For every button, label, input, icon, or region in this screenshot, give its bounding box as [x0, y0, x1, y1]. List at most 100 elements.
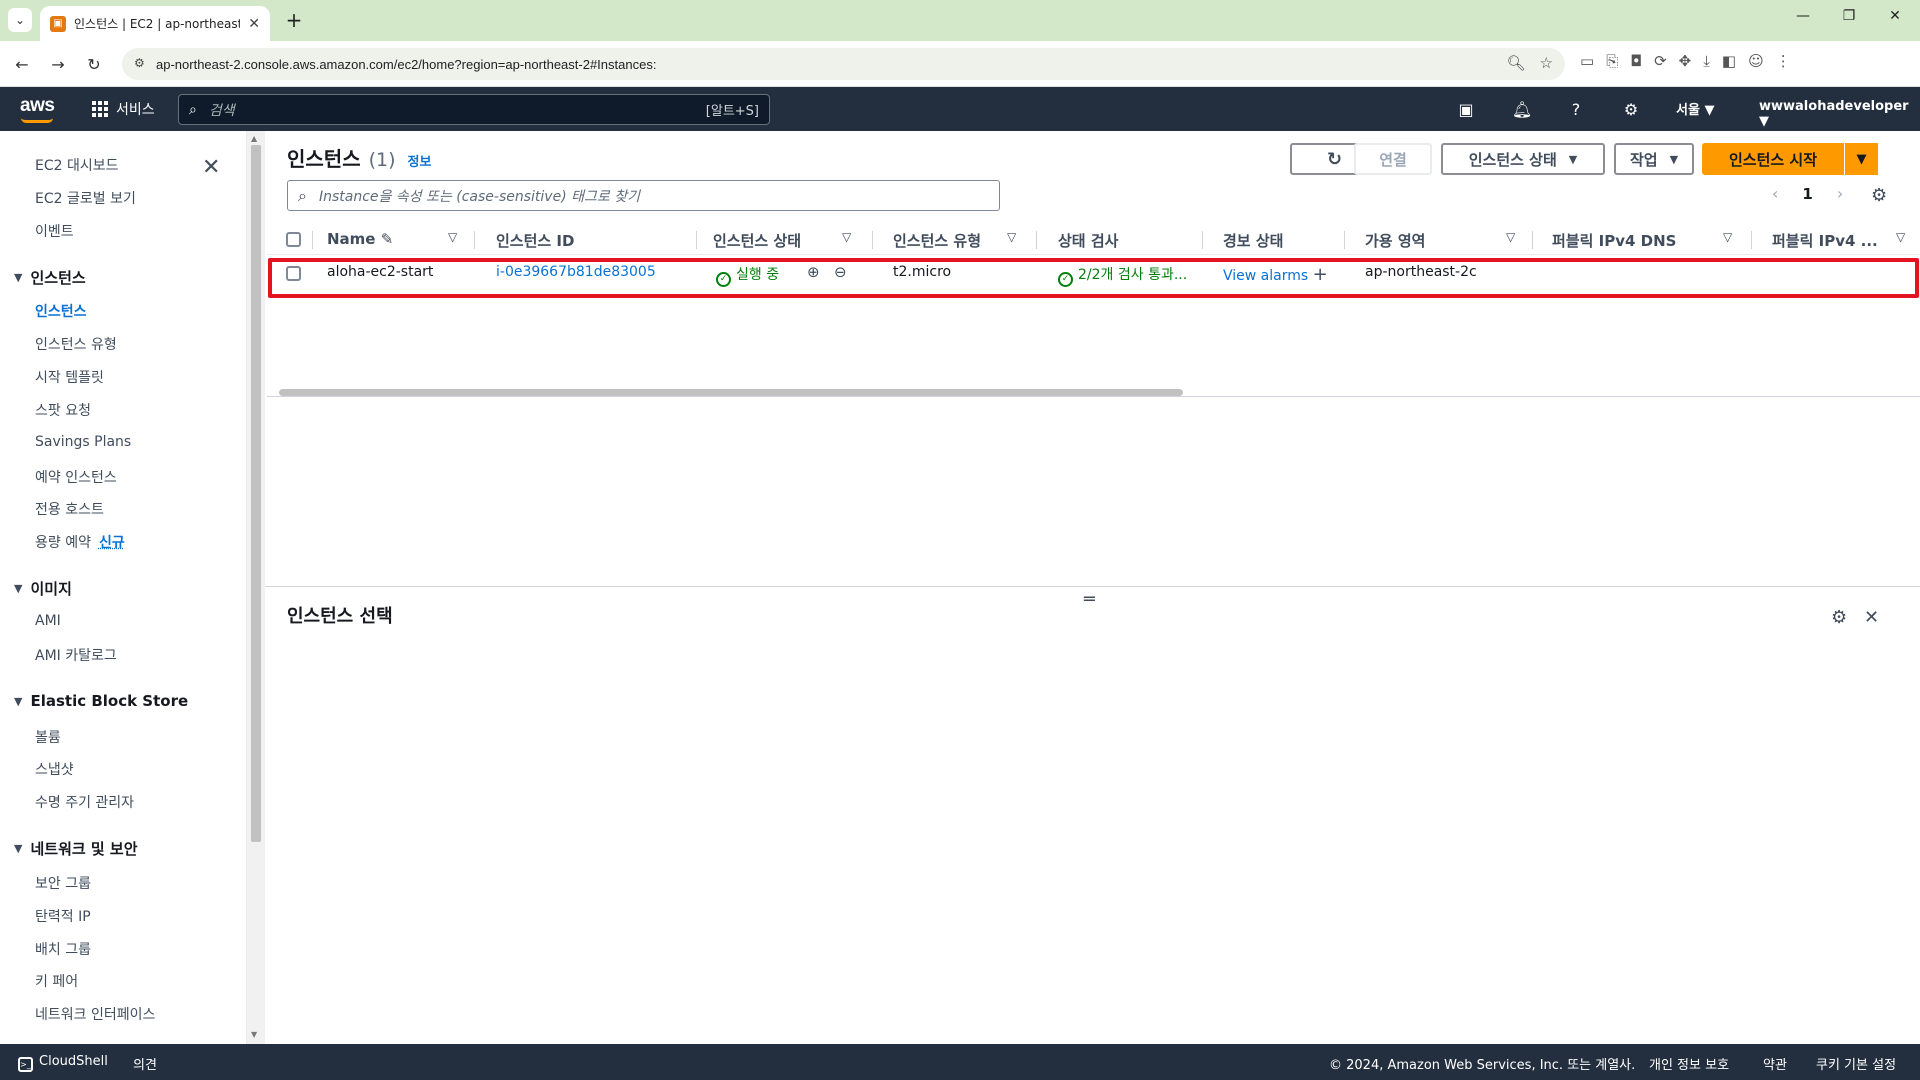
scroll-up-icon[interactable]: ▲	[251, 134, 257, 143]
back-icon[interactable]: ←	[10, 52, 34, 76]
sidebar-section-ebs[interactable]: ▼ Elastic Block Store	[14, 692, 188, 710]
select-all-checkbox[interactable]	[286, 232, 301, 247]
region-selector[interactable]: 서울 ▼	[1676, 99, 1714, 118]
sort-caret-icon[interactable]: ▽	[1007, 230, 1016, 244]
column-header-instance-id[interactable]: 인스턴스 ID	[496, 230, 574, 251]
zoom-out-icon[interactable]: ⊖	[834, 263, 847, 281]
sidebar-item-capacity-reservations[interactable]: 용량 예약 신규	[35, 532, 125, 552]
table-row[interactable]: aloha-ec2-start i-0e39667b81de83005 ✓ 실행 …	[267, 255, 1920, 291]
split-panel-close-icon[interactable]: ✕	[1864, 607, 1879, 628]
aws-logo[interactable]: aws	[20, 95, 55, 117]
split-drag-handle-icon[interactable]: ═	[1084, 589, 1095, 610]
sort-caret-icon[interactable]: ▽	[1723, 230, 1732, 244]
launch-instances-button[interactable]: 인스턴스 시작	[1702, 143, 1844, 175]
view-alarms-link[interactable]: View alarms +	[1223, 264, 1328, 285]
url-field[interactable]: ⚙ ap-northeast-2.console.aws.amazon.com/…	[122, 48, 1565, 80]
sidebar-item-snapshots[interactable]: 스냅샷	[35, 759, 74, 779]
sidebar-item-network-interfaces[interactable]: 네트워크 인터페이스	[35, 1004, 155, 1024]
sidebar-item-launch-templates[interactable]: 시작 템플릿	[35, 367, 104, 387]
minimize-icon[interactable]: —	[1791, 8, 1815, 24]
browser-menu-icon[interactable]: ⋮	[1776, 52, 1791, 70]
scroll-down-icon[interactable]: ▼	[251, 1030, 257, 1039]
column-header-state[interactable]: 인스턴스 상태	[713, 230, 801, 251]
reload-icon[interactable]: ↻	[82, 52, 106, 76]
column-header-public-ip[interactable]: 퍼블릭 IPv4 ...	[1772, 230, 1878, 251]
sidepanel-icon[interactable]: ◧	[1722, 52, 1736, 70]
sidebar-item-dashboard[interactable]: EC2 대시보드	[35, 155, 119, 175]
sidebar-item-events[interactable]: 이벤트	[35, 221, 74, 241]
sidebar-item-key-pairs[interactable]: 키 페어	[35, 971, 78, 991]
tab-list-chevron-icon[interactable]: ⌄	[8, 8, 32, 32]
sidebar-section-instances[interactable]: ▼ 인스턴스	[14, 267, 86, 288]
cell-instance-id-link[interactable]: i-0e39667b81de83005	[496, 264, 656, 280]
translate-icon[interactable]: ⎘	[1606, 52, 1618, 70]
sidebar-item-spot-requests[interactable]: 스팟 요청	[35, 400, 91, 420]
actions-dropdown[interactable]: 작업 ▼	[1614, 143, 1694, 175]
download-icon[interactable]: ⤓	[1703, 52, 1710, 70]
site-info-icon[interactable]: ⚙	[134, 56, 145, 70]
sidebar-item-placement-groups[interactable]: 배치 그룹	[35, 939, 91, 959]
tab-close-icon[interactable]: ✕	[248, 16, 260, 32]
sidebar-item-ami-catalog[interactable]: AMI 카탈로그	[35, 645, 117, 665]
feedback-link[interactable]: 의견	[133, 1054, 157, 1073]
zoom-in-icon[interactable]: ⊕	[807, 263, 820, 281]
cookie-preferences-link[interactable]: 쿠키 기본 설정	[1816, 1054, 1896, 1073]
column-header-type[interactable]: 인스턴스 유형	[893, 230, 981, 251]
forward-icon[interactable]: →	[46, 52, 70, 76]
column-header-name[interactable]: Name ✎	[327, 230, 393, 248]
privacy-link[interactable]: 개인 정보 보호	[1649, 1054, 1729, 1073]
sort-caret-icon[interactable]: ▽	[1506, 230, 1515, 244]
settings-gear-icon[interactable]: ⚙	[1620, 98, 1642, 120]
page-number[interactable]: 1	[1802, 185, 1812, 203]
close-window-icon[interactable]: ✕	[1883, 8, 1907, 24]
terms-link[interactable]: 약관	[1763, 1054, 1787, 1073]
column-header-public-dns[interactable]: 퍼블릭 IPv4 DNS	[1552, 230, 1676, 251]
account-menu[interactable]: wwwalohadeveloper ▼	[1759, 99, 1920, 129]
sidebar-section-images[interactable]: ▼ 이미지	[14, 578, 72, 599]
browser-tab[interactable]: ▣ 인스턴스 | EC2 | ap-northeast-2 ✕	[40, 6, 270, 41]
sidebar-item-lifecycle-manager[interactable]: 수명 주기 관리자	[35, 792, 134, 812]
search-input[interactable]: ⌕ 검색 [알트+S]	[178, 94, 770, 125]
help-icon[interactable]: ?	[1565, 98, 1587, 120]
sidebar-section-network-security[interactable]: ▼ 네트워크 및 보안	[14, 838, 138, 859]
sidebar-item-savings-plans[interactable]: Savings Plans	[35, 434, 131, 450]
profile-icon[interactable]: ☺	[1748, 52, 1764, 70]
sort-caret-icon[interactable]: ▽	[448, 230, 457, 244]
column-header-az[interactable]: 가용 영역	[1365, 230, 1425, 251]
instance-search-input[interactable]: ⌕ Instance을 속성 또는 (case-sensitive) 태그로 찾…	[287, 180, 1000, 211]
column-header-alarm[interactable]: 경보 상태	[1223, 230, 1283, 251]
sidebar-item-instances[interactable]: 인스턴스	[35, 301, 87, 321]
hscroll-thumb[interactable]	[279, 389, 1183, 396]
launch-options-caret-icon[interactable]: ▼	[1844, 143, 1878, 175]
restore-icon[interactable]: ❐	[1837, 8, 1861, 24]
camera-icon[interactable]: ◘	[1630, 52, 1642, 70]
sidebar-item-dedicated-hosts[interactable]: 전용 호스트	[35, 499, 104, 519]
connect-button[interactable]: 연결	[1354, 143, 1432, 175]
sidebar-item-security-groups[interactable]: 보안 그룹	[35, 873, 91, 893]
column-header-status-check[interactable]: 상태 검사	[1058, 230, 1118, 251]
notifications-bell-icon[interactable]: 🔔︎	[1511, 98, 1533, 120]
next-page-icon[interactable]: ›	[1837, 184, 1843, 203]
sidebar-close-icon[interactable]: ✕	[202, 155, 220, 180]
table-horizontal-scrollbar[interactable]	[267, 388, 1920, 397]
preferences-gear-icon[interactable]: ⚙	[1871, 185, 1887, 206]
sort-caret-icon[interactable]: ▽	[1896, 230, 1905, 244]
sidebar-item-reserved-instances[interactable]: 예약 인스턴스	[35, 467, 117, 487]
info-link[interactable]: 정보	[408, 151, 432, 170]
sidebar-item-ami[interactable]: AMI	[35, 613, 61, 629]
sort-caret-icon[interactable]: ▽	[842, 230, 851, 244]
new-tab-plus-icon[interactable]: +	[282, 8, 306, 32]
services-menu[interactable]: 서비스	[92, 99, 155, 119]
scroll-thumb[interactable]	[251, 145, 261, 842]
instance-state-dropdown[interactable]: 인스턴스 상태 ▼	[1441, 143, 1605, 175]
sidebar-item-global-view[interactable]: EC2 글로벌 보기	[35, 188, 136, 208]
sync-icon[interactable]: ⟳	[1654, 52, 1667, 70]
sidebar-scrollbar[interactable]: ▲ ▼	[247, 131, 265, 1044]
sidebar-item-instance-types[interactable]: 인스턴스 유형	[35, 334, 117, 354]
sidebar-item-elastic-ips[interactable]: 탄력적 IP	[35, 906, 91, 926]
extensions-icon[interactable]: ✥	[1679, 52, 1692, 70]
bookmark-star-icon[interactable]: ☆	[1540, 54, 1553, 72]
split-panel-settings-gear-icon[interactable]: ⚙	[1831, 607, 1847, 628]
cloudshell-button[interactable]: >_ CloudShell	[18, 1054, 108, 1072]
prev-page-icon[interactable]: ‹	[1772, 184, 1778, 203]
